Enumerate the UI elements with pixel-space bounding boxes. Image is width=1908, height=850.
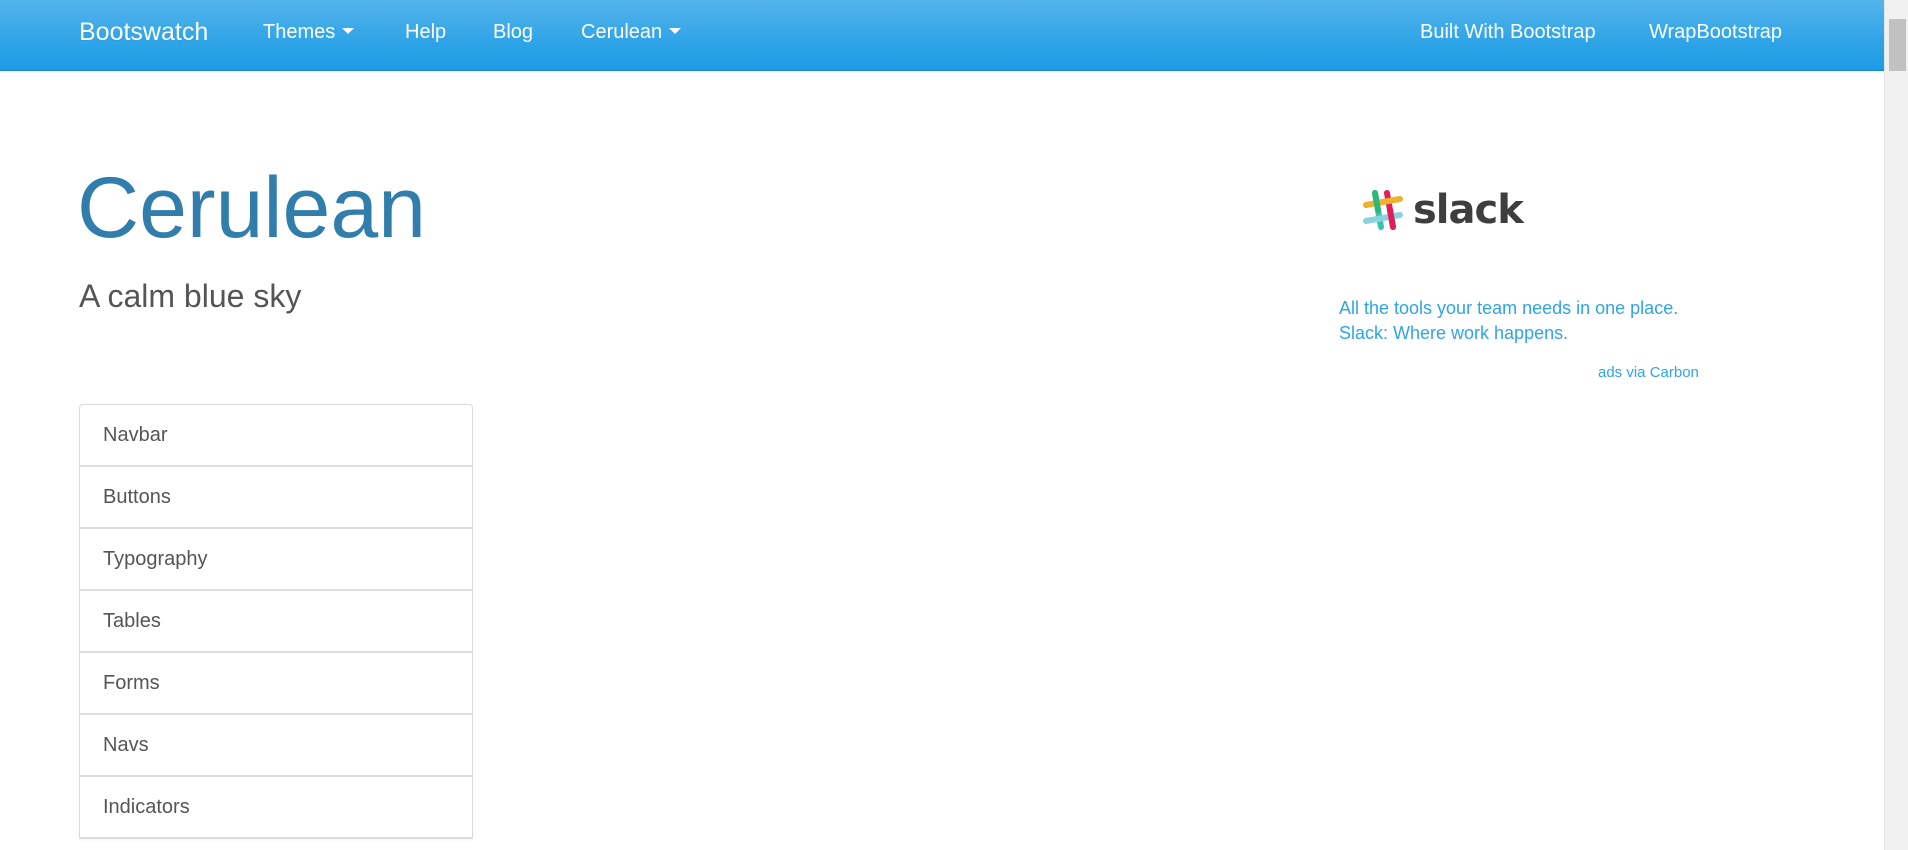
- scrollbar-thumb[interactable]: [1889, 19, 1906, 71]
- nav-blog-link[interactable]: Blog: [493, 20, 533, 44]
- ad-line-1: All the tools your team needs in one pla…: [1339, 298, 1679, 318]
- nav-wrapbootstrap-link[interactable]: WrapBootstrap: [1649, 20, 1782, 44]
- section-item-indicators[interactable]: Indicators: [80, 777, 472, 839]
- slack-logo[interactable]: slack: [1361, 180, 1531, 240]
- section-item-buttons[interactable]: Buttons: [80, 467, 472, 529]
- brand-link[interactable]: Bootswatch: [79, 16, 208, 48]
- caret-down-icon: [342, 27, 355, 34]
- nav-cerulean-label: Cerulean: [581, 21, 663, 43]
- page-title: Cerulean: [77, 160, 426, 256]
- section-item-forms[interactable]: Forms: [80, 653, 472, 715]
- vertical-scrollbar[interactable]: [1884, 0, 1908, 850]
- section-item-navbar[interactable]: Navbar: [80, 405, 472, 467]
- ad-description-link[interactable]: All the tools your team needs in one pla…: [1339, 296, 1699, 346]
- section-list: Navbar Buttons Typography Tables Forms N…: [79, 404, 473, 839]
- browser-viewport: Bootswatch Themes Help Blog Cerulean Bui…: [0, 0, 1908, 850]
- top-navbar: Bootswatch Themes Help Blog Cerulean Bui…: [0, 0, 1884, 71]
- caret-down-icon: [669, 27, 682, 34]
- nav-built-with-bootstrap-link[interactable]: Built With Bootstrap: [1420, 20, 1596, 44]
- slack-hash-icon: [1363, 190, 1403, 230]
- ads-via-carbon-link[interactable]: ads via Carbon: [1598, 364, 1699, 382]
- section-item-tables[interactable]: Tables: [80, 591, 472, 653]
- section-item-typography[interactable]: Typography: [80, 529, 472, 591]
- section-item-navs[interactable]: Navs: [80, 715, 472, 777]
- nav-cerulean-dropdown[interactable]: Cerulean: [581, 20, 682, 44]
- nav-themes-dropdown[interactable]: Themes: [263, 20, 355, 44]
- page-lead: A calm blue sky: [79, 278, 302, 314]
- nav-help-link[interactable]: Help: [405, 20, 446, 44]
- slack-logo-text: slack: [1413, 187, 1524, 233]
- nav-themes-label: Themes: [263, 21, 336, 43]
- ad-line-2: Slack: Where work happens.: [1339, 323, 1569, 343]
